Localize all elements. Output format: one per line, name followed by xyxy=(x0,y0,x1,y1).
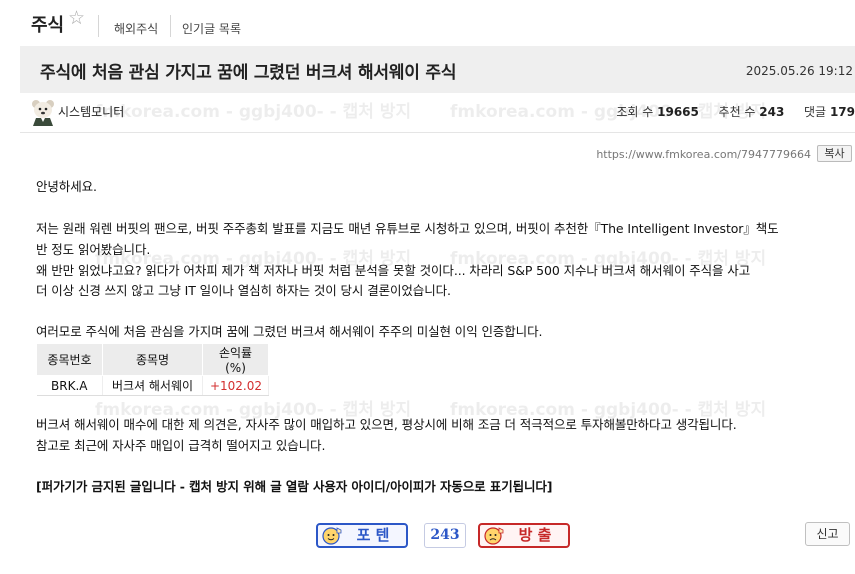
vote-count: 243 xyxy=(424,523,466,548)
post-stats: 조회 수 19665 추천 수 243 댓글 179 xyxy=(616,103,855,120)
table-header-code: 종목번호 xyxy=(36,343,103,376)
board-link-popular[interactable]: 인기글 목록 xyxy=(182,20,241,37)
recommend-count: 243 xyxy=(759,105,785,119)
board-title[interactable]: 주식 xyxy=(31,11,64,37)
copy-protection-notice: [퍼가기가 금지된 글입니다 - 캡처 방지 위해 글 열람 사용자 아이디/아… xyxy=(36,479,553,494)
table-header-return: 손익률(%) xyxy=(202,343,269,376)
body-paragraph: 반 정도 읽어봤습니다. xyxy=(36,242,151,257)
board-header: 주식 ☆ 해외주식 인기글 목록 xyxy=(0,0,855,44)
table-cell-code: BRK.A xyxy=(36,375,103,396)
table-cell-return: +102.02 xyxy=(202,375,269,396)
upvote-label: 포 텐 xyxy=(356,526,390,544)
downvote-button[interactable]: 방 출 xyxy=(478,523,570,548)
divider xyxy=(170,15,171,37)
post-title: 주식에 처음 관심 가지고 꿈에 그렸던 버크셔 해서웨이 주식 xyxy=(40,63,457,83)
divider xyxy=(98,15,99,37)
table-row: BRK.A 버크셔 해서웨이 +102.02 xyxy=(36,375,269,396)
upvote-button[interactable]: 포 텐 xyxy=(316,523,408,548)
thumbs-down-face-icon xyxy=(484,527,504,545)
thumbs-up-face-icon xyxy=(322,527,342,545)
post-url[interactable]: https://www.fmkorea.com/7947779664 xyxy=(596,148,811,161)
author-name[interactable]: 시스템모니터 xyxy=(58,103,124,120)
copy-url-button[interactable]: 복사 xyxy=(817,145,852,162)
comments-label[interactable]: 댓글 xyxy=(804,105,826,119)
body-paragraph: 더 이상 신경 쓰지 않고 그냥 IT 일이나 열심히 하자는 것이 당시 결론… xyxy=(36,283,451,298)
body-paragraph: 참고로 최근에 자사주 매입이 급격히 떨어지고 있습니다. xyxy=(36,438,326,453)
table-cell-name: 버크셔 해서웨이 xyxy=(102,375,203,396)
board-link-overseas[interactable]: 해외주식 xyxy=(114,20,158,37)
table-header-name: 종목명 xyxy=(102,343,203,376)
star-icon[interactable]: ☆ xyxy=(68,9,85,28)
body-paragraph: 왜 반만 읽었냐고요? 읽다가 어차피 제가 책 저자나 버핏 처럼 분석을 못… xyxy=(36,263,751,278)
author-avatar-icon[interactable] xyxy=(30,98,56,126)
body-paragraph: 안녕하세요. xyxy=(36,179,97,194)
views-label: 조회 수 xyxy=(616,105,654,119)
body-paragraph: 버크셔 해서웨이 매수에 대한 제 의견은, 자사주 많이 매입하고 있으면, … xyxy=(36,417,737,432)
stock-profit-table: 종목번호 종목명 손익률(%) BRK.A 버크셔 해서웨이 +102.02 xyxy=(36,343,269,396)
body-paragraph: 저는 원래 워렌 버핏의 팬으로, 버핏 주주총회 발표를 지금도 매년 유튜브… xyxy=(36,221,779,236)
table-header-row: 종목번호 종목명 손익률(%) xyxy=(36,343,269,376)
post-meta: 시스템모니터 조회 수 19665 추천 수 243 댓글 179 xyxy=(20,93,855,133)
recommend-label: 추천 수 xyxy=(718,105,756,119)
vote-area: 포 텐 243 방 출 신고 xyxy=(0,520,855,550)
downvote-label: 방 출 xyxy=(518,526,552,544)
post-title-bar: 주식에 처음 관심 가지고 꿈에 그렸던 버크셔 해서웨이 주식 2025.05… xyxy=(20,46,855,93)
report-button[interactable]: 신고 xyxy=(805,522,850,546)
body-paragraph: 여러모로 주식에 처음 관심을 가지며 꿈에 그렸던 버크셔 해서웨이 주주의 … xyxy=(36,324,543,339)
post-date: 2025.05.26 19:12 xyxy=(745,64,853,78)
views-count: 19665 xyxy=(657,105,699,119)
comments-count[interactable]: 179 xyxy=(830,105,855,119)
